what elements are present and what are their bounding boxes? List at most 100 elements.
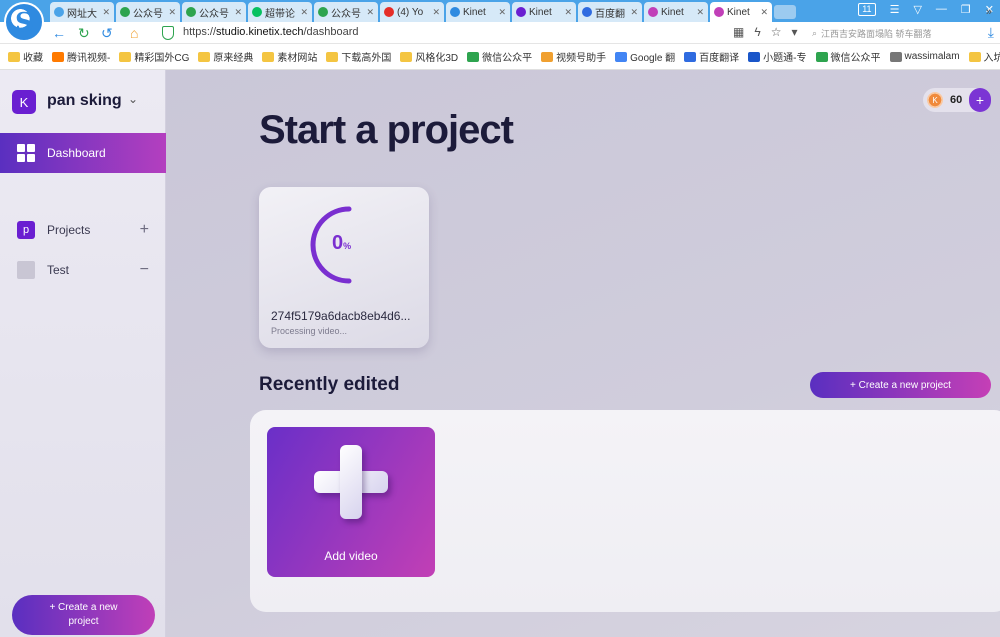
create-project-button[interactable]: + Create a new project — [810, 372, 991, 398]
tab-close-icon[interactable]: ✕ — [432, 7, 440, 18]
tab-close-icon[interactable]: ✕ — [498, 7, 506, 18]
home-icon[interactable]: ⌂ — [130, 25, 138, 41]
sidebar-item-label: Projects — [47, 223, 91, 237]
video-icon — [52, 51, 64, 62]
undo-close-icon[interactable]: ↺ — [101, 25, 113, 41]
tab-close-icon[interactable]: ✕ — [630, 7, 638, 18]
browser-tab[interactable]: 公众号 ✕ — [182, 2, 246, 22]
tab-strip: 网址大 ✕ 公众号 ✕ 公众号 ✕ 超带论 ✕ 公众号 ✕ (4) Yo ✕ Kinet ✕ Kinet ✕ 百… — [50, 2, 796, 22]
browser-tab[interactable]: 公众号 ✕ — [314, 2, 378, 22]
bookmark-label: 风格化3D — [415, 53, 459, 64]
add-video-label: Add video — [324, 549, 378, 563]
browser-tab[interactable]: 网址大 ✕ — [50, 2, 114, 22]
bookmark-item[interactable]: 精彩国外CG — [119, 49, 189, 64]
bookmarks-bar: 收藏 腾讯视频- 精彩国外CG 原来经典 素材网站 下载高外国 风格化3D 微信公众平 视频号助… — [0, 44, 1000, 70]
dropdown-icon[interactable]: ▾ — [791, 25, 797, 39]
bookmark-item[interactable]: 风格化3D — [400, 49, 458, 64]
bookmark-star-icon[interactable]: ☆ — [771, 25, 782, 39]
window-controls: 11 ☰ ▽ — ❐ ✕ — [858, 3, 994, 16]
search-box[interactable]: ⌕ 江西吉安路面塌陷 轿车翻落 — [812, 25, 972, 41]
new-tab-button[interactable] — [774, 5, 796, 19]
bookmark-item[interactable]: 腾讯视频- — [52, 49, 110, 64]
tab-close-icon[interactable]: ✕ — [300, 7, 308, 18]
sidebar-item-projects[interactable]: p Projects + — [17, 220, 149, 240]
sidebar-item-test[interactable]: Test − — [17, 260, 149, 280]
tab-favicon-icon — [120, 7, 130, 17]
folder-icon — [198, 51, 211, 62]
tab-favicon-icon — [582, 7, 592, 17]
bookmark-item[interactable]: wassimalam — [889, 51, 960, 62]
dashboard-grid-icon — [17, 144, 35, 162]
plus-icon — [314, 445, 388, 519]
collapse-folder-button[interactable]: − — [140, 261, 149, 279]
more-bookmarks-icon[interactable]: » — [986, 6, 992, 18]
browser-tab[interactable]: 超带论 ✕ — [248, 2, 312, 22]
url-input[interactable]: https://studio.kinetix.tech/dashboard — [183, 26, 359, 38]
back-icon[interactable]: ← — [52, 25, 66, 41]
browser-tab[interactable]: Kinet ✕ — [710, 2, 772, 22]
progress-number: 0 — [332, 232, 344, 254]
reload-icon[interactable]: ↻ — [78, 25, 90, 41]
tab-title: 公众号 — [133, 8, 163, 20]
tab-title: 超带论 — [265, 8, 295, 20]
tab-close-icon[interactable]: ✕ — [564, 7, 572, 18]
bookmark-item[interactable]: 视频号助手 — [541, 49, 606, 64]
bookmark-label: 视频号助手 — [556, 53, 607, 64]
browser-tab[interactable]: 百度翻 ✕ — [578, 2, 642, 22]
bookmark-item[interactable]: Google 翻 — [615, 49, 675, 64]
menu-icon[interactable]: ☰ — [890, 3, 900, 16]
tab-close-icon[interactable]: ✕ — [168, 7, 176, 18]
tab-close-icon[interactable]: ✕ — [760, 7, 768, 18]
workspace-name[interactable]: pan sking — [47, 92, 122, 110]
credits-coin-icon: K — [927, 92, 943, 108]
tab-close-icon[interactable]: ✕ — [234, 7, 242, 18]
tab-close-icon[interactable]: ✕ — [366, 7, 374, 18]
bookmark-item[interactable]: 原来经典 — [198, 49, 253, 64]
url-scheme: https:// — [183, 26, 217, 38]
browser-tab[interactable]: Kinet ✕ — [446, 2, 510, 22]
create-project-sidebar-button[interactable]: + Create a new project — [12, 595, 155, 635]
browser-tab[interactable]: Kinet ✕ — [644, 2, 708, 22]
add-project-button[interactable]: + — [140, 221, 149, 239]
download-icon[interactable]: ⤓ — [988, 24, 994, 41]
sidebar-item-dashboard[interactable]: Dashboard — [0, 133, 166, 173]
apps-grid-icon[interactable]: ▦ — [733, 25, 744, 39]
bookmark-item[interactable]: 素材网站 — [262, 49, 317, 64]
bookmark-item[interactable]: 微信公众平 — [467, 49, 532, 64]
bookmark-item[interactable]: 收藏 — [8, 49, 43, 64]
workspace-avatar[interactable]: K — [12, 90, 36, 114]
restore-icon[interactable]: ❐ — [961, 3, 971, 16]
bookmark-item[interactable]: 下载高外国 — [326, 49, 391, 64]
browser-tab[interactable]: Kinet ✕ — [512, 2, 576, 22]
add-video-card[interactable]: Add video — [267, 427, 435, 577]
bookmark-item[interactable]: 小题通-专 — [748, 49, 807, 64]
tab-title: 网址大 — [67, 8, 97, 20]
browser-tab[interactable]: (4) Yo ✕ — [380, 2, 444, 22]
star-icon — [8, 51, 20, 62]
folder-icon — [262, 51, 275, 62]
secure-shield-icon — [162, 26, 174, 40]
tab-title: Kinet — [661, 6, 684, 18]
chevron-down-icon[interactable]: ⌄ — [128, 92, 138, 106]
search-input[interactable]: 江西吉安路面塌陷 轿车翻落 — [821, 27, 932, 40]
browser-logo-icon[interactable]: S — [4, 2, 44, 42]
window-count-badge[interactable]: 11 — [858, 3, 876, 16]
project-card[interactable]: 0% 274f5179a6dacb8eb4d6... Processing vi… — [259, 187, 429, 348]
tab-close-icon[interactable]: ✕ — [102, 7, 110, 18]
bookmark-item[interactable]: 微信公众平 — [815, 49, 881, 64]
add-credits-button[interactable]: + — [969, 88, 991, 112]
tab-close-icon[interactable]: ✕ — [696, 7, 704, 18]
bookmark-item[interactable]: 入坑BI — [968, 49, 1000, 64]
project-name: 274f5179a6dacb8eb4d6... — [271, 309, 411, 323]
translate-icon — [684, 51, 697, 62]
minimize-icon[interactable]: — — [936, 3, 947, 16]
browser-tab[interactable]: 公众号 ✕ — [116, 2, 180, 22]
credits-badge[interactable]: K 60 + — [923, 88, 991, 112]
skin-icon[interactable]: ▽ — [913, 3, 921, 16]
bookmark-label: 微信公众平 — [482, 53, 533, 64]
app-icon — [748, 51, 761, 62]
lightning-icon[interactable]: ϟ — [754, 25, 760, 39]
bookmark-label: 腾讯视频- — [67, 53, 111, 64]
tab-title: 公众号 — [331, 8, 361, 20]
bookmark-item[interactable]: 百度翻译 — [684, 49, 739, 64]
